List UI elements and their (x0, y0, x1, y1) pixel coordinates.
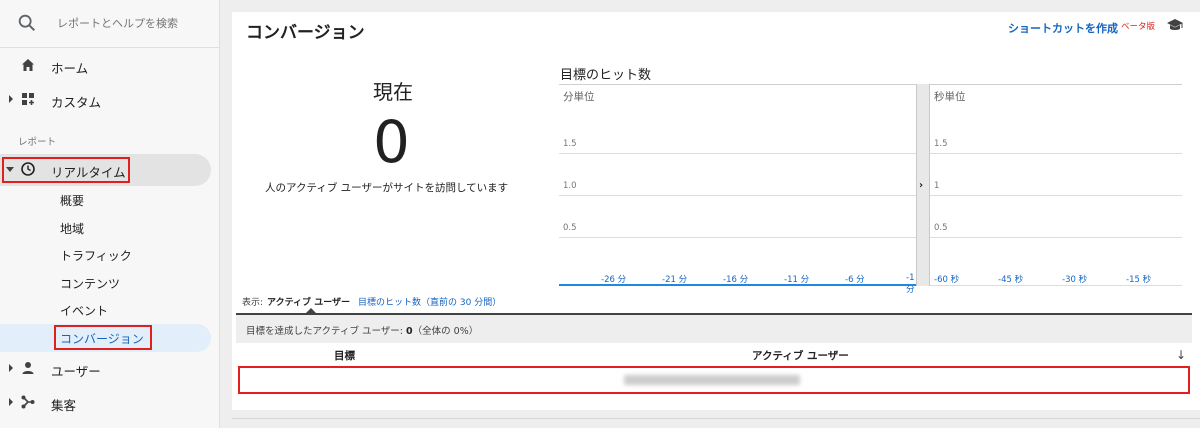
caret-right-icon (9, 398, 13, 406)
dashboard-icon (22, 93, 34, 105)
sidebar-item-home[interactable]: ホーム (0, 49, 220, 83)
chart-gridline (559, 153, 916, 154)
tab-goal-hits[interactable]: 目標のヒット数（直前の 30 分間） (358, 298, 501, 308)
y-tick-label: 1.0 (563, 181, 577, 191)
tab-active-users[interactable]: アクティブ ユーザー (267, 298, 350, 308)
per-minute-chart: 分単位 1.5 1.0 0.5 -26 分 -21 分 -16 分 -11 分 -6 分 -1 … (559, 84, 916, 295)
main-panel: コンバージョン ショートカットを作成 ベータ版 現在 0 人のアクティブ ユーザ… (232, 12, 1200, 410)
home-icon (22, 59, 34, 71)
summary-value: 0 (406, 326, 413, 337)
highlight-box-realtime (2, 157, 130, 183)
summary-suffix: （全体の 0%） (412, 326, 479, 337)
x-tick-label: -45 秒 (998, 275, 1024, 285)
sidebar-subitem-overview[interactable]: 概要 (60, 192, 84, 209)
beta-badge: ベータ版 (1120, 22, 1155, 32)
chart-gridline (930, 195, 1182, 196)
create-shortcut-link[interactable]: ショートカットを作成 (1008, 20, 1118, 36)
highlight-box-conversions (54, 325, 152, 350)
chevron-right-icon: › (919, 180, 924, 191)
chart-subtitle: 秒単位 (934, 91, 966, 103)
summary-prefix: 目標を達成したアクティブ ユーザー: (246, 326, 403, 337)
summary-bar: 目標を達成したアクティブ ユーザー: 0（全体の 0%） (236, 313, 1192, 343)
chart-title: 目標のヒット数 (560, 68, 652, 83)
sidebar-subitem-traffic[interactable]: トラフィック (60, 247, 132, 264)
sidebar-item-label: ホーム (51, 61, 89, 76)
per-second-chart: 秒単位 1.5 1 0.5 -60 秒 -45 秒 -30 秒 -15 秒 (930, 84, 1182, 286)
sidebar-item-label: カスタム (51, 95, 102, 110)
chart-gridline (559, 237, 916, 238)
sidebar-item-label: ユーザー (51, 364, 101, 379)
x-tick-label: -30 秒 (1062, 275, 1088, 285)
current-active-users-value: 0 (373, 108, 410, 176)
chart-toggle-button[interactable]: › (916, 84, 930, 286)
sidebar-subitem-content[interactable]: コンテンツ (60, 275, 120, 292)
series-line (559, 284, 916, 286)
person-icon (22, 362, 34, 374)
search-icon (18, 14, 36, 32)
sidebar-item-acquisition[interactable]: 集客 (0, 386, 220, 420)
arrow-down-icon[interactable]: ↓ (1176, 348, 1186, 362)
y-tick-label: 0.5 (563, 223, 577, 233)
sidebar-item-label: 集客 (51, 398, 77, 413)
summary-text: 目標を達成したアクティブ ユーザー: 0（全体の 0%） (246, 323, 478, 337)
section-label-reports: レポート (18, 137, 57, 148)
y-tick-label: 1.5 (934, 139, 948, 149)
page-title: コンバージョン (246, 23, 365, 43)
caret-right-icon (9, 95, 13, 103)
chart-gridline (930, 153, 1182, 154)
graduation-cap-icon[interactable] (1166, 18, 1184, 32)
x-tick-label: -60 秒 (934, 275, 960, 285)
sidebar-subitem-events[interactable]: イベント (60, 302, 108, 319)
series-line (930, 285, 1182, 286)
highlight-box-table-row (238, 366, 1190, 394)
chart-subtitle: 分単位 (563, 91, 595, 103)
divider (232, 418, 1200, 419)
current-label: 現在 (373, 80, 413, 104)
view-selector: 表示: アクティブ ユーザー 目標のヒット数（直前の 30 分間） (242, 295, 501, 308)
caret-right-icon (9, 364, 13, 372)
column-header-active-users[interactable]: アクティブ ユーザー (752, 348, 849, 363)
column-header-goal[interactable]: 目標 (334, 348, 355, 363)
x-tick-label: -15 秒 (1126, 275, 1152, 285)
search-input[interactable]: レポートとヘルプを検索 (57, 15, 178, 31)
sidebar-item-custom[interactable]: カスタム (0, 83, 220, 117)
y-tick-label: 1 (934, 181, 940, 191)
sidebar: レポートとヘルプを検索 ホーム カスタム レポート リアルタイム 概要 地域 ト… (0, 0, 220, 428)
y-tick-label: 0.5 (934, 223, 948, 233)
y-tick-label: 1.5 (563, 139, 577, 149)
chart-gridline (559, 195, 916, 196)
sidebar-subitem-locations[interactable]: 地域 (60, 220, 84, 237)
view-label: 表示: (242, 298, 264, 308)
acquisition-icon (21, 395, 35, 409)
search-bar[interactable]: レポートとヘルプを検索 (0, 0, 220, 48)
current-description: 人のアクティブ ユーザーがサイトを訪問しています (265, 182, 509, 194)
chart-gridline (930, 237, 1182, 238)
sidebar-item-audience[interactable]: ユーザー (0, 352, 220, 386)
